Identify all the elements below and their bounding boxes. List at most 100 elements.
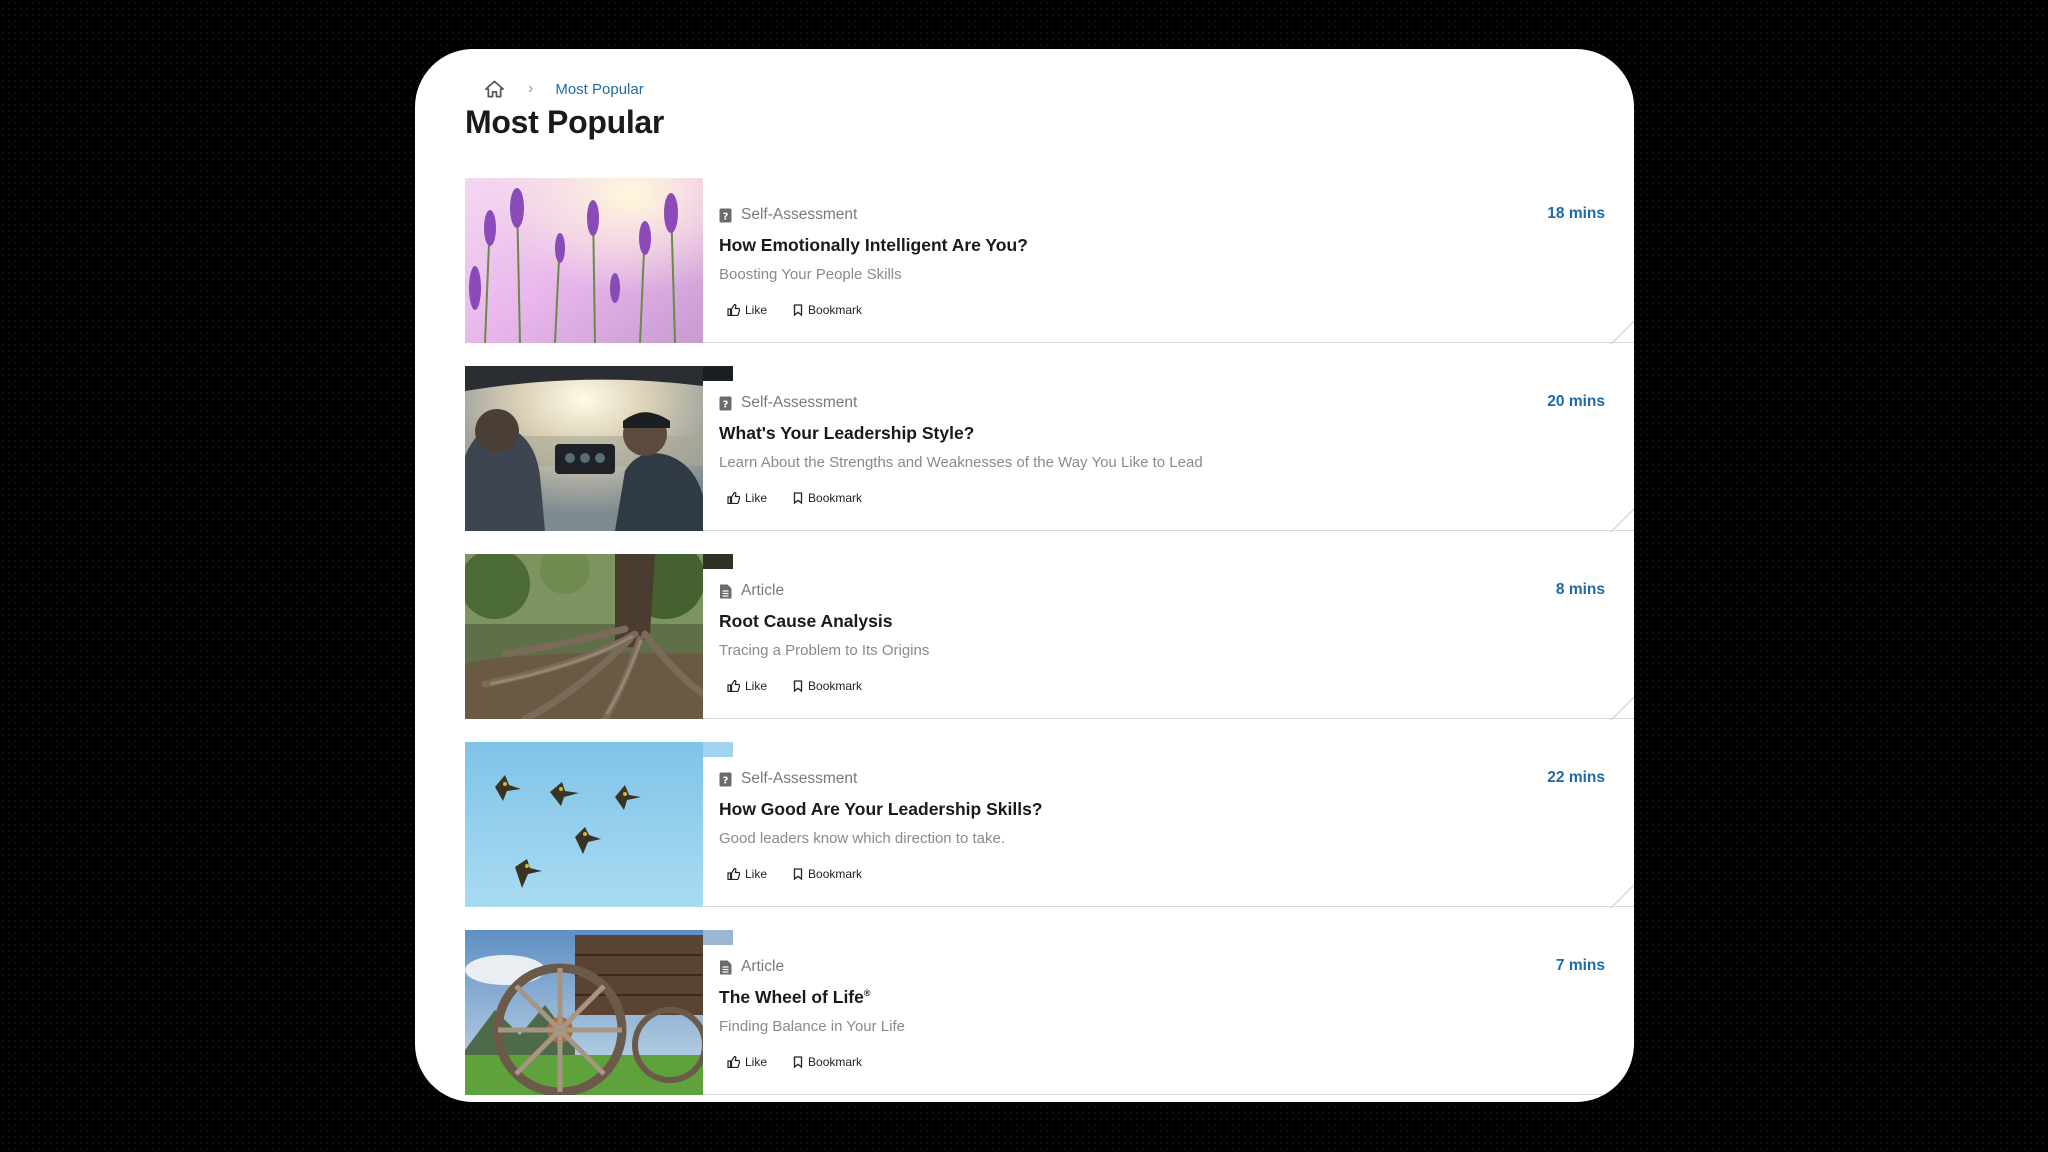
bookmark-label: Bookmark <box>808 303 863 317</box>
content-type: ? Self-Assessment <box>719 770 857 788</box>
card-body: ? Self-Assessment 20 mins What's Your Le… <box>703 366 1634 532</box>
like-label: Like <box>745 491 768 505</box>
duration: 18 mins <box>1547 205 1605 222</box>
question-square-icon: ? <box>719 208 732 222</box>
breadcrumb-current[interactable]: Most Popular <box>555 81 643 98</box>
card-subtitle: Finding Balance in Your Life <box>719 1018 905 1035</box>
bookmark-button[interactable]: Bookmark <box>793 1055 862 1069</box>
bookmark-button[interactable]: Bookmark <box>793 867 862 881</box>
content-type-label: Article <box>741 582 785 599</box>
bookmark-label: Bookmark <box>808 491 863 505</box>
svg-text:?: ? <box>723 775 729 786</box>
thumbs-up-icon <box>727 1056 740 1068</box>
bookmark-label: Bookmark <box>808 679 863 693</box>
thumbnail-tab <box>703 554 733 569</box>
card-thumbnail-lavender[interactable] <box>465 178 703 343</box>
bookmark-button[interactable]: Bookmark <box>793 491 862 505</box>
content-type-label: Self-Assessment <box>741 206 858 223</box>
bookmark-icon <box>793 868 803 880</box>
thumbnail-tab <box>703 742 733 757</box>
card-actions: Like Bookmark <box>727 491 888 505</box>
like-label: Like <box>745 679 768 693</box>
card-actions: Like Bookmark <box>727 867 888 881</box>
document-icon <box>720 584 732 598</box>
duration: 7 mins <box>1555 957 1605 974</box>
duration: 20 mins <box>1547 393 1605 410</box>
thumbs-up-icon <box>727 304 740 316</box>
thumbs-up-icon <box>727 492 740 504</box>
card-subtitle: Tracing a Problem to Its Origins <box>719 642 930 659</box>
home-icon[interactable] <box>485 80 504 98</box>
card-thumbnail-birds[interactable] <box>465 742 703 907</box>
card-actions: Like Bookmark <box>727 679 888 693</box>
card-corner-fold <box>1610 319 1634 344</box>
bookmark-icon <box>793 304 803 316</box>
bookmark-label: Bookmark <box>808 1055 863 1069</box>
like-label: Like <box>745 303 768 317</box>
content-card[interactable]: Article 7 mins The Wheel of Life® Findin… <box>465 930 1634 1096</box>
like-button[interactable]: Like <box>727 491 767 505</box>
content-type-label: Article <box>741 958 785 975</box>
card-title[interactable]: The Wheel of Life® <box>719 987 871 1008</box>
content-type: ? Self-Assessment <box>719 394 857 412</box>
card-title[interactable]: How Good Are Your Leadership Skills? <box>719 799 1043 820</box>
card-actions: Like Bookmark <box>727 1055 888 1069</box>
like-button[interactable]: Like <box>727 303 767 317</box>
card-thumbnail-helicopter[interactable] <box>465 366 703 531</box>
page-title: Most Popular <box>465 104 665 140</box>
svg-text:?: ? <box>723 399 729 410</box>
like-button[interactable]: Like <box>727 1055 767 1069</box>
card-body: ? Self-Assessment 22 mins How Good Are Y… <box>703 742 1634 908</box>
duration: 8 mins <box>1555 581 1605 598</box>
card-corner-fold <box>1610 1071 1634 1096</box>
card-title[interactable]: Root Cause Analysis <box>719 611 892 632</box>
thumbnail-tab <box>703 930 733 945</box>
content-type: Article <box>719 958 784 976</box>
like-button[interactable]: Like <box>727 867 767 881</box>
thumbs-up-icon <box>727 868 740 880</box>
bookmark-icon <box>793 492 803 504</box>
breadcrumb-separator: › <box>528 80 534 97</box>
card-corner-fold <box>1610 507 1634 532</box>
question-square-icon: ? <box>719 396 732 410</box>
bookmark-button[interactable]: Bookmark <box>793 303 862 317</box>
content-type-label: Self-Assessment <box>741 394 858 411</box>
thumbnail-tab <box>703 366 733 381</box>
content-card[interactable]: ? Self-Assessment 22 mins How Good Are Y… <box>465 742 1634 908</box>
card-thumbnail-wagon-wheel[interactable] <box>465 930 703 1095</box>
card-actions: Like Bookmark <box>727 303 888 317</box>
card-corner-fold <box>1610 695 1634 720</box>
question-square-icon: ? <box>719 772 732 786</box>
document-icon <box>720 960 732 974</box>
card-subtitle: Learn About the Strengths and Weaknesses… <box>719 454 1203 471</box>
card-body: Article 8 mins Root Cause Analysis Traci… <box>703 554 1634 720</box>
svg-text:?: ? <box>723 211 729 222</box>
bookmark-icon <box>793 1056 803 1068</box>
like-button[interactable]: Like <box>727 679 767 693</box>
card-title[interactable]: How Emotionally Intelligent Are You? <box>719 235 1028 256</box>
thumbs-up-icon <box>727 680 740 692</box>
like-label: Like <box>745 1055 768 1069</box>
content-type-label: Self-Assessment <box>741 770 858 787</box>
content-card[interactable]: ? Self-Assessment 20 mins What's Your Le… <box>465 366 1634 532</box>
content-card[interactable]: ? Self-Assessment 18 mins How Emotionall… <box>465 178 1634 344</box>
content-list: ? Self-Assessment 18 mins How Emotionall… <box>465 178 1634 1102</box>
card-body: Article 7 mins The Wheel of Life® Findin… <box>703 930 1634 1096</box>
content-type: ? Self-Assessment <box>719 206 857 224</box>
bookmark-label: Bookmark <box>808 867 863 881</box>
bookmark-icon <box>793 680 803 692</box>
card-subtitle: Boosting Your People Skills <box>719 266 902 283</box>
card-corner-fold <box>1610 883 1634 908</box>
duration: 22 mins <box>1547 769 1605 786</box>
app-frame: › Most Popular Most Popular ? Self-Asses… <box>415 49 1634 1102</box>
breadcrumb: › Most Popular <box>470 69 644 109</box>
card-title[interactable]: What's Your Leadership Style? <box>719 423 974 444</box>
bookmark-button[interactable]: Bookmark <box>793 679 862 693</box>
content-type: Article <box>719 582 784 600</box>
content-card[interactable]: Article 8 mins Root Cause Analysis Traci… <box>465 554 1634 720</box>
registered-mark: ® <box>863 988 871 999</box>
card-subtitle: Good leaders know which direction to tak… <box>719 830 1005 847</box>
card-thumbnail-roots[interactable] <box>465 554 703 719</box>
card-body: ? Self-Assessment 18 mins How Emotionall… <box>703 178 1634 344</box>
card-title-text: The Wheel of Life <box>719 987 864 1007</box>
